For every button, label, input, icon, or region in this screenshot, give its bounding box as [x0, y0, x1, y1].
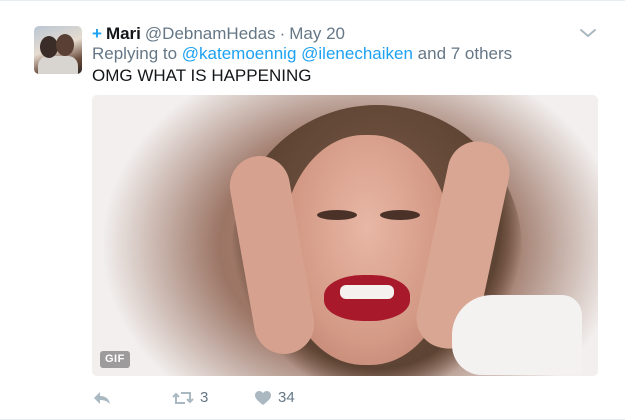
- more-options-button[interactable]: [578, 25, 598, 41]
- follow-plus-icon[interactable]: +: [92, 24, 102, 43]
- retweet-icon: [172, 392, 194, 404]
- avatar-image: [38, 56, 78, 74]
- like-button[interactable]: 34: [254, 387, 295, 409]
- like-count: 34: [278, 389, 295, 406]
- avatar-image: [56, 34, 74, 56]
- timestamp[interactable]: May 20: [289, 24, 345, 43]
- reply-icon: [94, 392, 110, 404]
- heart-icon: [255, 391, 271, 405]
- chevron-down-icon: [580, 29, 596, 37]
- gif-media[interactable]: GIF: [92, 95, 598, 376]
- display-name[interactable]: Mari: [106, 24, 141, 43]
- gif-badge: GIF: [100, 351, 130, 368]
- retweet-count: 3: [200, 389, 209, 406]
- gif-image: [340, 285, 394, 299]
- avatar[interactable]: [34, 26, 82, 74]
- retweet-button[interactable]: 3: [172, 387, 208, 409]
- gif-image: [380, 210, 420, 220]
- gif-image: [452, 295, 582, 375]
- gif-image: [317, 210, 357, 220]
- tweet-text: OMG WHAT IS HAPPENING: [92, 66, 312, 85]
- replying-to: Replying to @katemoennig @ilenechaiken a…: [92, 43, 512, 65]
- tweet-card: + Mari @DebnamHedas · May 20 Replying to @ka…: [0, 0, 625, 420]
- tweet-header: + Mari @DebnamHedas · May 20: [92, 23, 345, 45]
- separator: ·: [279, 24, 286, 43]
- others-count[interactable]: and 7 others: [418, 44, 513, 63]
- mention-link[interactable]: @katemoennig: [182, 44, 297, 63]
- reply-button[interactable]: [92, 387, 112, 409]
- username[interactable]: @DebnamHedas: [145, 24, 276, 43]
- mention-link[interactable]: @ilenechaiken: [301, 44, 413, 63]
- replying-to-label: Replying to: [92, 44, 178, 63]
